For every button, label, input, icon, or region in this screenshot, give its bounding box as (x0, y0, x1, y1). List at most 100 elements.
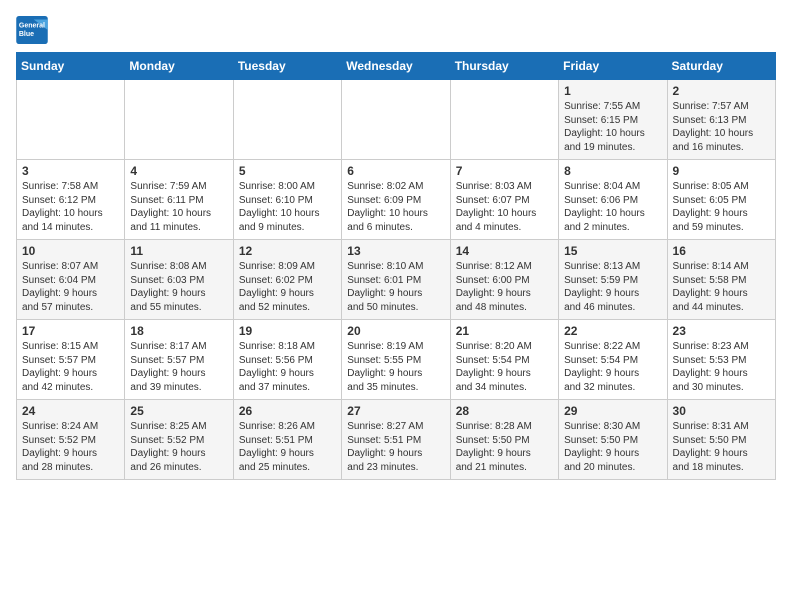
day-number: 12 (239, 244, 336, 258)
calendar-cell: 2 Sunrise: 7:57 AM Sunset: 6:13 PM Daylig… (667, 80, 775, 160)
calendar-table: SundayMondayTuesdayWednesdayThursdayFrid… (16, 52, 776, 480)
day-info: Sunrise: 7:57 AM Sunset: 6:13 PM Dayligh… (673, 100, 770, 154)
calendar-cell: 16 Sunrise: 8:14 AM Sunset: 5:58 PM Dayli… (667, 240, 775, 320)
weekday-header-tuesday: Tuesday (233, 53, 341, 80)
calendar-cell: 24 Sunrise: 8:24 AM Sunset: 5:52 PM Dayli… (17, 400, 125, 480)
day-info: Sunrise: 8:10 AM Sunset: 6:01 PM Dayligh… (347, 260, 444, 314)
logo-icon: General Blue (16, 16, 48, 44)
svg-text:Blue: Blue (19, 31, 34, 38)
day-number: 24 (22, 404, 119, 418)
day-number: 1 (564, 84, 661, 98)
calendar-cell: 17 Sunrise: 8:15 AM Sunset: 5:57 PM Dayli… (17, 320, 125, 400)
weekday-header-friday: Friday (559, 53, 667, 80)
calendar-cell: 15Sunrise: 8:13 AM Sunset: 5:59 PM Dayli… (559, 240, 667, 320)
day-number: 22 (564, 324, 661, 338)
calendar-cell: 9 Sunrise: 8:05 AM Sunset: 6:05 PM Daylig… (667, 160, 775, 240)
calendar-cell (125, 80, 233, 160)
calendar-cell (17, 80, 125, 160)
day-number: 27 (347, 404, 444, 418)
day-number: 20 (347, 324, 444, 338)
calendar-cell: 13 Sunrise: 8:10 AM Sunset: 6:01 PM Dayli… (342, 240, 450, 320)
calendar-cell: 28 Sunrise: 8:28 AM Sunset: 5:50 PM Dayli… (450, 400, 558, 480)
day-number: 6 (347, 164, 444, 178)
day-info: Sunrise: 8:22 AM Sunset: 5:54 PM Dayligh… (564, 340, 661, 394)
calendar-cell: 10Sunrise: 8:07 AM Sunset: 6:04 PM Dayli… (17, 240, 125, 320)
day-info: Sunrise: 8:17 AM Sunset: 5:57 PM Dayligh… (130, 340, 227, 394)
day-number: 2 (673, 84, 770, 98)
day-number: 26 (239, 404, 336, 418)
day-number: 16 (673, 244, 770, 258)
day-info: Sunrise: 8:09 AM Sunset: 6:02 PM Dayligh… (239, 260, 336, 314)
calendar-cell: 20 Sunrise: 8:19 AM Sunset: 5:55 PM Dayli… (342, 320, 450, 400)
day-info: Sunrise: 8:27 AM Sunset: 5:51 PM Dayligh… (347, 420, 444, 474)
day-info: Sunrise: 8:28 AM Sunset: 5:50 PM Dayligh… (456, 420, 553, 474)
day-number: 4 (130, 164, 227, 178)
weekday-header-monday: Monday (125, 53, 233, 80)
day-info: Sunrise: 7:55 AM Sunset: 6:15 PM Dayligh… (564, 100, 661, 154)
day-info: Sunrise: 8:05 AM Sunset: 6:05 PM Dayligh… (673, 180, 770, 234)
day-info: Sunrise: 8:13 AM Sunset: 5:59 PM Dayligh… (564, 260, 661, 314)
calendar-cell: 7 Sunrise: 8:03 AM Sunset: 6:07 PM Daylig… (450, 160, 558, 240)
calendar-cell: 19Sunrise: 8:18 AM Sunset: 5:56 PM Dayli… (233, 320, 341, 400)
page-header: General Blue (16, 16, 776, 44)
calendar-cell: 4 Sunrise: 7:59 AM Sunset: 6:11 PM Daylig… (125, 160, 233, 240)
calendar-cell: 22 Sunrise: 8:22 AM Sunset: 5:54 PM Dayli… (559, 320, 667, 400)
day-info: Sunrise: 7:58 AM Sunset: 6:12 PM Dayligh… (22, 180, 119, 234)
day-info: Sunrise: 8:03 AM Sunset: 6:07 PM Dayligh… (456, 180, 553, 234)
day-number: 8 (564, 164, 661, 178)
calendar-cell: 6 Sunrise: 8:02 AM Sunset: 6:09 PM Daylig… (342, 160, 450, 240)
calendar-cell: 25Sunrise: 8:25 AM Sunset: 5:52 PM Dayli… (125, 400, 233, 480)
calendar-cell: 23 Sunrise: 8:23 AM Sunset: 5:53 PM Dayli… (667, 320, 775, 400)
day-number: 9 (673, 164, 770, 178)
day-info: Sunrise: 8:31 AM Sunset: 5:50 PM Dayligh… (673, 420, 770, 474)
day-number: 11 (130, 244, 227, 258)
day-number: 30 (673, 404, 770, 418)
calendar-cell (233, 80, 341, 160)
calendar-cell: 30 Sunrise: 8:31 AM Sunset: 5:50 PM Dayli… (667, 400, 775, 480)
day-info: Sunrise: 8:20 AM Sunset: 5:54 PM Dayligh… (456, 340, 553, 394)
day-info: Sunrise: 8:04 AM Sunset: 6:06 PM Dayligh… (564, 180, 661, 234)
logo: General Blue (16, 16, 48, 44)
calendar-cell: 8 Sunrise: 8:04 AM Sunset: 6:06 PM Daylig… (559, 160, 667, 240)
svg-text:General: General (19, 22, 45, 29)
calendar-cell: 14Sunrise: 8:12 AM Sunset: 6:00 PM Dayli… (450, 240, 558, 320)
calendar-cell: 26 Sunrise: 8:26 AM Sunset: 5:51 PM Dayli… (233, 400, 341, 480)
day-number: 18 (130, 324, 227, 338)
calendar-cell: 5 Sunrise: 8:00 AM Sunset: 6:10 PM Daylig… (233, 160, 341, 240)
weekday-header-wednesday: Wednesday (342, 53, 450, 80)
day-info: Sunrise: 8:12 AM Sunset: 6:00 PM Dayligh… (456, 260, 553, 314)
day-info: Sunrise: 8:30 AM Sunset: 5:50 PM Dayligh… (564, 420, 661, 474)
calendar-cell: 18 Sunrise: 8:17 AM Sunset: 5:57 PM Dayli… (125, 320, 233, 400)
day-info: Sunrise: 8:25 AM Sunset: 5:52 PM Dayligh… (130, 420, 227, 474)
calendar-cell: 3 Sunrise: 7:58 AM Sunset: 6:12 PM Daylig… (17, 160, 125, 240)
day-number: 29 (564, 404, 661, 418)
day-info: Sunrise: 8:19 AM Sunset: 5:55 PM Dayligh… (347, 340, 444, 394)
calendar-cell (450, 80, 558, 160)
day-info: Sunrise: 8:15 AM Sunset: 5:57 PM Dayligh… (22, 340, 119, 394)
weekday-header-thursday: Thursday (450, 53, 558, 80)
day-number: 7 (456, 164, 553, 178)
day-number: 17 (22, 324, 119, 338)
day-info: Sunrise: 8:23 AM Sunset: 5:53 PM Dayligh… (673, 340, 770, 394)
day-number: 13 (347, 244, 444, 258)
day-info: Sunrise: 8:26 AM Sunset: 5:51 PM Dayligh… (239, 420, 336, 474)
day-number: 3 (22, 164, 119, 178)
calendar-cell (342, 80, 450, 160)
day-info: Sunrise: 7:59 AM Sunset: 6:11 PM Dayligh… (130, 180, 227, 234)
day-info: Sunrise: 8:24 AM Sunset: 5:52 PM Dayligh… (22, 420, 119, 474)
day-info: Sunrise: 8:14 AM Sunset: 5:58 PM Dayligh… (673, 260, 770, 314)
day-info: Sunrise: 8:08 AM Sunset: 6:03 PM Dayligh… (130, 260, 227, 314)
day-info: Sunrise: 8:00 AM Sunset: 6:10 PM Dayligh… (239, 180, 336, 234)
calendar-cell: 12 Sunrise: 8:09 AM Sunset: 6:02 PM Dayli… (233, 240, 341, 320)
calendar-cell: 27 Sunrise: 8:27 AM Sunset: 5:51 PM Dayli… (342, 400, 450, 480)
calendar-cell: 29 Sunrise: 8:30 AM Sunset: 5:50 PM Dayli… (559, 400, 667, 480)
day-number: 5 (239, 164, 336, 178)
day-number: 23 (673, 324, 770, 338)
day-info: Sunrise: 8:02 AM Sunset: 6:09 PM Dayligh… (347, 180, 444, 234)
day-number: 21 (456, 324, 553, 338)
weekday-header-sunday: Sunday (17, 53, 125, 80)
day-number: 28 (456, 404, 553, 418)
calendar-cell: 11 Sunrise: 8:08 AM Sunset: 6:03 PM Dayli… (125, 240, 233, 320)
calendar-cell: 1 Sunrise: 7:55 AM Sunset: 6:15 PM Daylig… (559, 80, 667, 160)
weekday-header-saturday: Saturday (667, 53, 775, 80)
